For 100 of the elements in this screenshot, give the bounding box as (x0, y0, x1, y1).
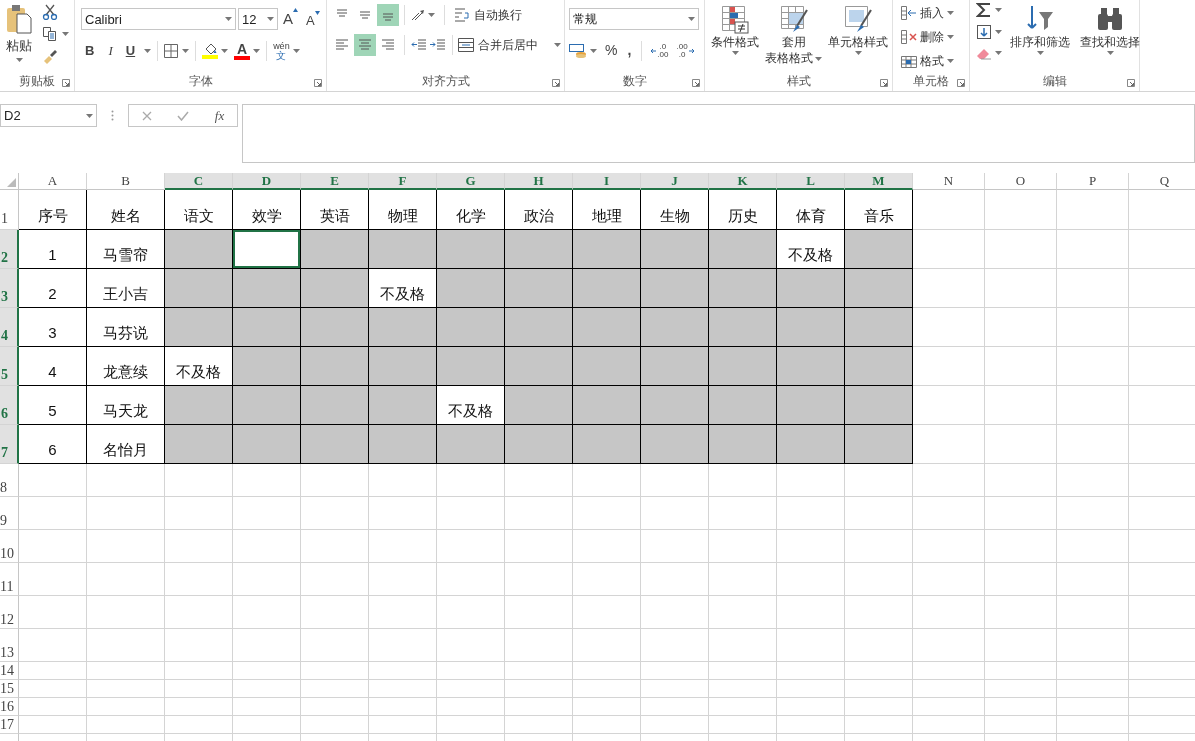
phonetic-button[interactable]: wén 文 (273, 40, 300, 61)
column-header[interactable]: F (369, 173, 437, 190)
column-header[interactable]: P (1057, 173, 1129, 190)
column-header[interactable]: O (985, 173, 1057, 190)
column-header[interactable]: L (777, 173, 845, 190)
sort-filter-button[interactable]: 排序和筛选 (1008, 0, 1072, 72)
launcher-icon[interactable] (1127, 79, 1135, 87)
orientation-button[interactable] (410, 8, 435, 22)
launcher-icon[interactable] (692, 79, 700, 87)
row-header[interactable]: 7 (0, 425, 19, 464)
column-header[interactable]: M (845, 173, 913, 190)
conditional-format-button[interactable]: 条件格式 (709, 0, 761, 72)
caret-icon (86, 113, 93, 118)
empty-cell (709, 596, 777, 629)
empty-cell (369, 629, 437, 662)
font-name-field[interactable]: Calibri (81, 8, 236, 31)
font-size-field[interactable]: 12 (238, 8, 278, 31)
font-color-button[interactable]: A (234, 41, 261, 60)
empty-cell (369, 698, 437, 716)
row-header[interactable]: 11 (0, 563, 19, 596)
merge-center-button[interactable]: 合并后居中 (458, 36, 561, 54)
grow-font-button[interactable]: A (280, 8, 301, 31)
fill-button[interactable] (976, 24, 1002, 40)
selected-cell[interactable] (233, 230, 301, 269)
empty-cell (301, 563, 369, 596)
empty-cell (709, 563, 777, 596)
borders-button[interactable] (164, 43, 190, 58)
increase-decimal-button[interactable]: .0 .00 (650, 42, 669, 59)
launcher-icon[interactable] (62, 79, 70, 87)
empty-cell (301, 464, 369, 497)
launcher-icon[interactable] (957, 79, 965, 87)
delete-button[interactable]: 删除 (901, 28, 954, 46)
fill-color-button[interactable] (202, 42, 229, 59)
empty-cell (573, 497, 641, 530)
row-header[interactable]: 8 (0, 464, 19, 497)
empty-cell (913, 596, 985, 629)
insert-cells-icon (901, 6, 917, 20)
format-as-table-button[interactable]: 套用 表格格式 (763, 0, 824, 72)
row-header[interactable]: 13 (0, 629, 19, 662)
column-header[interactable]: I (573, 173, 641, 190)
table-cell: 不及格 (369, 269, 437, 308)
row-header[interactable]: 3 (0, 269, 19, 308)
column-header[interactable]: A (19, 173, 87, 190)
copy-button[interactable] (42, 26, 69, 42)
empty-cell (777, 497, 845, 530)
row-header[interactable]: 14 (0, 662, 19, 680)
empty-cell (913, 698, 985, 716)
row-header[interactable]: 12 (0, 596, 19, 629)
format-button[interactable]: 格式 (901, 52, 954, 70)
empty-cell (777, 662, 845, 680)
cell-styles-button[interactable]: 单元格样式 (826, 0, 890, 72)
column-header[interactable]: K (709, 173, 777, 190)
row-header[interactable]: 6 (0, 386, 19, 425)
column-header[interactable]: B (87, 173, 165, 190)
decrease-indent-button[interactable] (410, 39, 428, 51)
row-header[interactable]: 16 (0, 698, 19, 716)
row-header[interactable]: 4 (0, 308, 19, 347)
column-header[interactable]: E (301, 173, 369, 190)
number-format-field[interactable]: 常规 (569, 8, 699, 30)
empty-cell (845, 680, 913, 698)
row-header[interactable]: 17 (0, 716, 19, 734)
column-header[interactable]: G (437, 173, 505, 190)
bold-button[interactable]: B (81, 40, 99, 61)
table-cell: 历史 (709, 190, 777, 230)
paste-button[interactable]: 粘贴 (0, 0, 38, 72)
row-header[interactable]: 5 (0, 347, 19, 386)
column-header[interactable]: D (233, 173, 301, 190)
column-header[interactable]: C (165, 173, 233, 190)
autosum-button[interactable] (976, 2, 1002, 18)
comma-button[interactable]: , (625, 40, 634, 61)
decrease-decimal-button[interactable]: .00 .0 (676, 42, 695, 59)
row-header[interactable]: 10 (0, 530, 19, 563)
underline-button[interactable]: U (122, 40, 139, 61)
empty-cell (301, 680, 369, 698)
insert-button[interactable]: 插入 (901, 4, 954, 22)
empty-cell (233, 698, 301, 716)
column-header[interactable]: H (505, 173, 573, 190)
wrap-text-button[interactable]: 自动换行 (454, 6, 522, 24)
row-header[interactable]: 9 (0, 497, 19, 530)
italic-button[interactable]: I (104, 40, 117, 61)
row-header[interactable]: 2 (0, 230, 19, 269)
clear-button[interactable] (976, 46, 1002, 60)
empty-cell (641, 629, 709, 662)
column-header[interactable]: N (913, 173, 985, 190)
launcher-icon[interactable] (880, 79, 888, 87)
row-header[interactable]: 1 (0, 190, 19, 230)
money-icon (569, 43, 587, 58)
find-select-button[interactable]: 查找和选择 (1078, 0, 1142, 72)
empty-cell (505, 629, 573, 662)
percent-button[interactable]: % (605, 40, 618, 61)
shrink-font-button[interactable]: A (303, 8, 323, 30)
formula-input[interactable] (242, 104, 1195, 163)
row-header[interactable]: 15 (0, 680, 19, 698)
column-header[interactable]: J (641, 173, 709, 190)
launcher-icon[interactable] (314, 79, 322, 87)
insert-function-button[interactable]: fx (214, 105, 225, 126)
accounting-button[interactable] (569, 43, 597, 58)
name-box[interactable]: D2 (0, 104, 97, 127)
launcher-icon[interactable] (552, 79, 560, 87)
increase-indent-button[interactable] (429, 39, 447, 51)
